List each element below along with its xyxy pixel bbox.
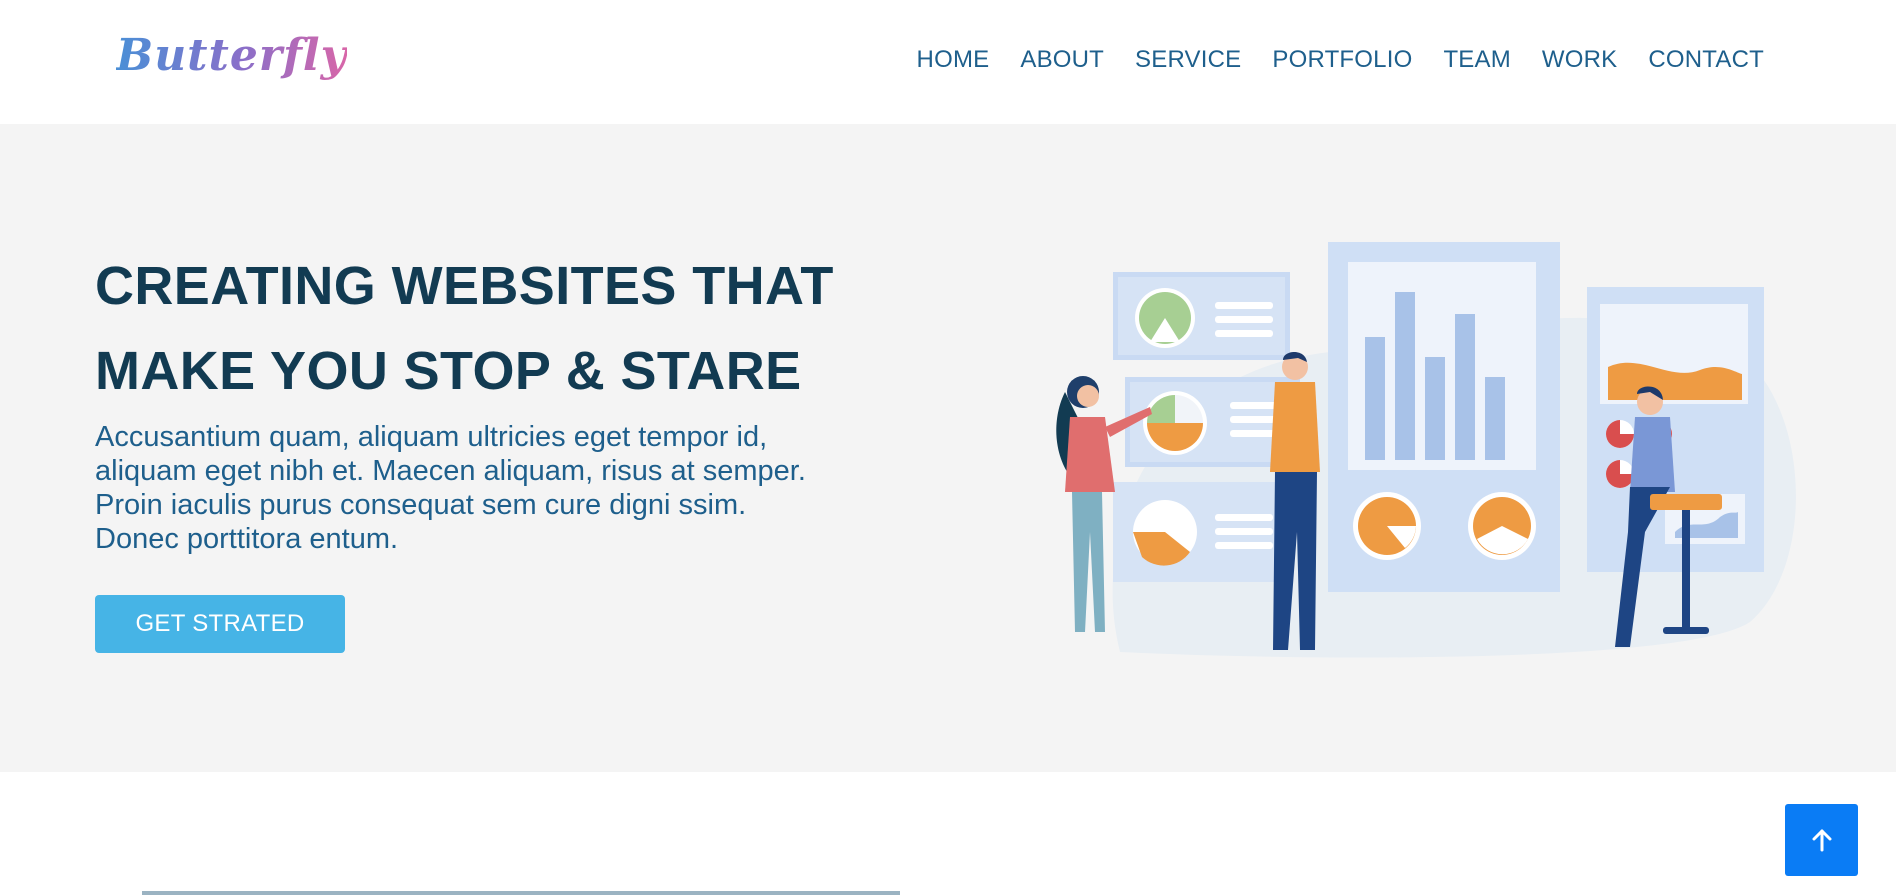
- main-nav: HOME ABOUT SERVICE PORTFOLIO TEAM WORK C…: [917, 46, 1764, 74]
- hero-description-line: Accusantium quam, aliquam ultricies eget…: [95, 421, 768, 453]
- hero-title-line: MAKE YOU STOP & STARE: [95, 341, 802, 401]
- nav-link-team[interactable]: TEAM: [1443, 46, 1510, 74]
- hero-section: CREATING WEBSITES THAT MAKE YOU STOP & S…: [0, 124, 1896, 772]
- nav-link-portfolio[interactable]: PORTFOLIO: [1272, 46, 1412, 74]
- get-started-button[interactable]: GET STRATED: [95, 595, 345, 653]
- hero-description-line: Donec porttitora entum.: [95, 523, 399, 555]
- next-section-image-edge: [142, 891, 900, 895]
- back-to-top-button[interactable]: [1785, 804, 1858, 876]
- nav-link-home[interactable]: HOME: [917, 46, 990, 74]
- brand-logo-text: Butterfly: [116, 30, 348, 81]
- hero-description: Accusantium quam, aliquam ultricies eget…: [95, 420, 855, 556]
- hero-description-line: aliquam eget nibh et. Maecen aliquam, ri…: [95, 455, 806, 487]
- hero-title: CREATING WEBSITES THAT MAKE YOU STOP & S…: [95, 244, 855, 414]
- nav-link-about[interactable]: ABOUT: [1020, 46, 1104, 74]
- brand-logo[interactable]: Butterfly: [116, 30, 347, 81]
- nav-link-service[interactable]: SERVICE: [1135, 46, 1241, 74]
- site-header: Butterfly HOME ABOUT SERVICE PORTFOLIO T…: [0, 0, 1896, 124]
- business-analytics-illustration: [1056, 242, 1796, 658]
- nav-link-work[interactable]: WORK: [1542, 46, 1617, 74]
- nav-link-contact[interactable]: CONTACT: [1648, 46, 1764, 74]
- hero-title-line: CREATING WEBSITES THAT: [95, 256, 834, 316]
- arrow-up-icon: [1812, 829, 1831, 852]
- hero-description-line: Proin iaculis purus consequat sem cure d…: [95, 489, 747, 521]
